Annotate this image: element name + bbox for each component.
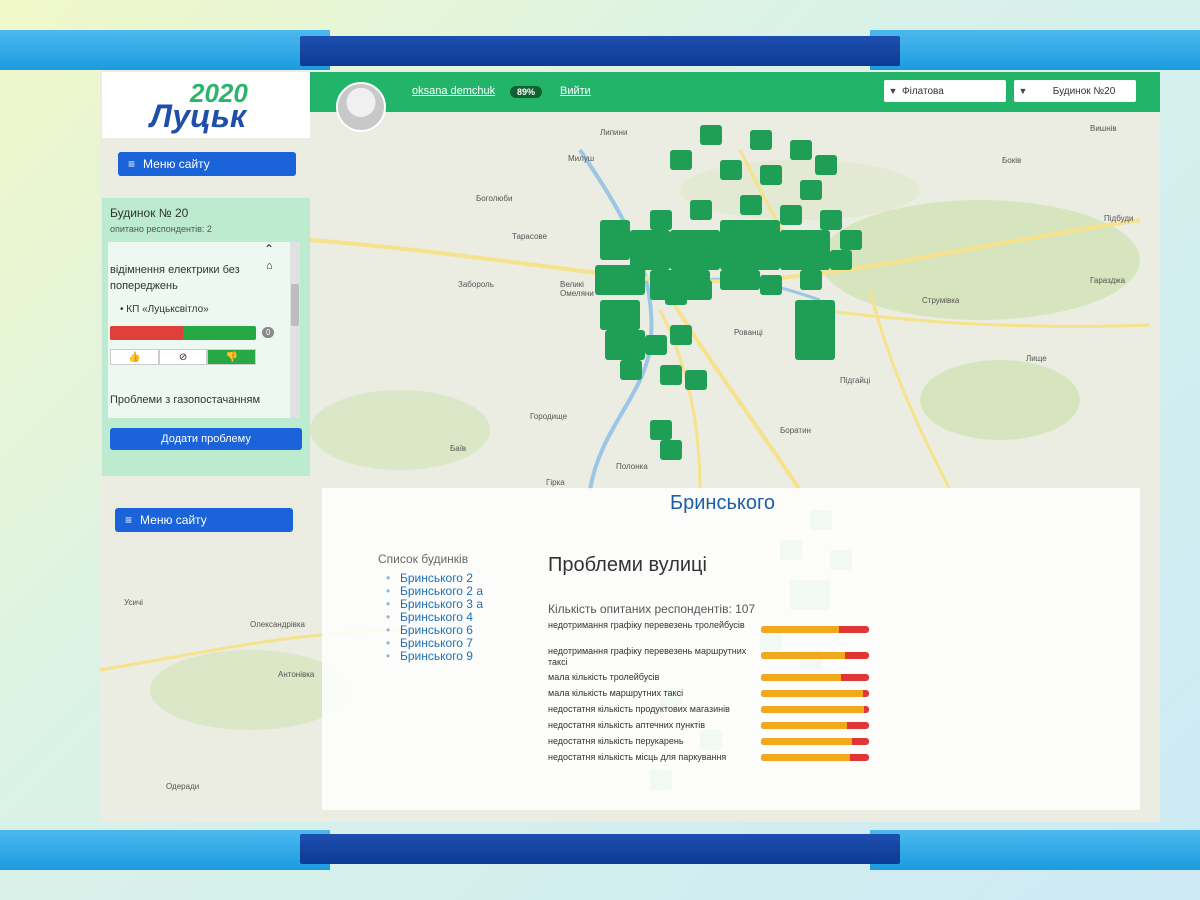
neutral-icon[interactable]: ⊘ — [158, 349, 208, 365]
map-label: Боратин — [780, 426, 811, 435]
caret-down-icon: ▼ — [1018, 86, 1028, 96]
house-select-value: Будинок №20 — [1052, 85, 1116, 97]
map-label: Милуш — [568, 154, 595, 163]
slide-bottom-bar — [0, 830, 1200, 870]
app-screenshot: Липини Милуш Боголюби Тарасове Забороль … — [100, 70, 1160, 822]
site-menu-button[interactable]: ≡ Меню сайту — [115, 508, 293, 532]
street-problem-row: недостатня кількість аптечних пунктів — [548, 720, 878, 736]
street-problem-label: недостатня кількість місць для паркуванн… — [548, 752, 727, 762]
street-problem-row: недотримання графіку перевезень маршрутн… — [548, 646, 878, 672]
street-problem-label: недотримання графіку перевезень маршрутн… — [548, 646, 747, 667]
map-label: Рованці — [734, 328, 763, 337]
hamburger-icon: ≡ — [125, 513, 133, 527]
street-problem-bar — [761, 690, 869, 697]
street-problem-label: мала кількість маршрутних таксі — [548, 688, 684, 698]
problems-scroll-list[interactable]: ⌃ ⌂ відімнення електрики без попереджень… — [108, 242, 300, 418]
vote-count-badge: 0 — [262, 327, 275, 338]
map-label: Липини — [600, 128, 628, 137]
map-label: Забороль — [458, 280, 494, 289]
slide-top-bar — [0, 30, 1200, 70]
thumbs-down-icon[interactable]: 👎 — [207, 349, 257, 365]
logout-link[interactable]: Вийти — [560, 85, 591, 97]
street-respondents-count: Кількість опитаних респондентів: 107 — [548, 602, 756, 616]
street-problem-label: недостатня кількість аптечних пунктів — [548, 720, 706, 730]
avatar[interactable] — [336, 82, 386, 132]
street-problem-label: недотримання графіку перевезень тролейбу… — [548, 620, 745, 630]
problem-item-title: Проблеми з газопостачанням — [110, 394, 261, 406]
site-menu-button[interactable]: ≡ Меню сайту — [118, 152, 296, 176]
street-problem-bar — [761, 674, 869, 681]
street-problem-label: мала кількість тролейбусів — [548, 672, 660, 682]
respondents-count: опитано респондентів: 2 — [110, 224, 212, 234]
street-problem-label: недостатня кількість перукарень — [548, 736, 684, 746]
map-label: Городище — [530, 412, 568, 421]
add-problem-button[interactable]: Додати проблему — [110, 428, 302, 450]
map-label: Великі Омеляни — [560, 280, 594, 298]
street-problem-row: мала кількість тролейбусів — [548, 672, 878, 688]
street-problem-bar — [761, 754, 869, 761]
map-label: Гірка — [546, 478, 565, 487]
street-problem-bar — [761, 652, 869, 659]
map-label: Підгайці — [840, 376, 871, 385]
map-label: Боків — [1002, 156, 1022, 165]
site-menu-label: Меню сайту — [140, 513, 207, 527]
street-problem-bar — [761, 722, 869, 729]
map-label: Полонка — [616, 462, 648, 471]
map-label: Боголюби — [476, 194, 513, 203]
logo-city: Луцьк — [150, 98, 247, 134]
street-problems-list: недотримання графіку перевезень тролейбу… — [548, 620, 878, 768]
logo[interactable]: 2020 Луцьк — [102, 72, 310, 138]
map-label: Вишнів — [1090, 124, 1117, 133]
problem-item-title: відімнення електрики без попереджень — [110, 264, 240, 292]
street-select-value: Філатова — [902, 85, 944, 97]
vote-ratio-bar — [110, 326, 256, 340]
map-label: Усичі — [124, 598, 143, 607]
map-label: Струмівка — [922, 296, 960, 305]
map-label: Гаразджа — [1090, 276, 1126, 285]
street-problem-label: недостатня кількість продуктових магазин… — [548, 704, 730, 714]
map-label: Олександрівка — [250, 620, 305, 629]
street-select[interactable]: ▼ Філатова — [884, 80, 1006, 102]
map-label: Одеради — [166, 782, 200, 791]
house-link[interactable]: Бринського 9 — [386, 650, 483, 664]
chevron-up-icon[interactable]: ⌃ — [264, 242, 274, 256]
map-label: Підбуди — [1104, 214, 1134, 223]
street-problem-bar — [761, 626, 869, 633]
map-label: Лище — [1026, 354, 1047, 363]
vote-buttons: 👍 ⊘ 👎 — [110, 349, 257, 365]
site-menu-label: Меню сайту — [143, 157, 210, 171]
scrollbar[interactable] — [290, 242, 300, 418]
street-problem-row: недотримання графіку перевезень тролейбу… — [548, 620, 878, 646]
street-problem-row: недостатня кількість продуктових магазин… — [548, 704, 878, 720]
street-problem-row: недостатня кількість місць для паркуванн… — [548, 752, 878, 768]
map-label: Тарасове — [512, 232, 548, 241]
street-problem-bar — [761, 706, 869, 713]
thumbs-up-icon[interactable]: 👍 — [110, 349, 159, 365]
house-title: Будинок № 20 — [110, 206, 189, 220]
street-problem-row: мала кількість маршрутних таксі — [548, 688, 878, 704]
map-label: Баїв — [450, 444, 467, 453]
street-problem-bar — [761, 738, 869, 745]
house-select[interactable]: ▼ Будинок №20 — [1014, 80, 1136, 102]
house-list-header: Список будинків — [378, 552, 469, 566]
street-title: Бринського — [670, 492, 775, 514]
username-link[interactable]: oksana demchuk — [412, 85, 495, 97]
responsible-organization: • КП «Луцьксвітло» — [120, 304, 209, 315]
map-label: Антонівка — [278, 670, 315, 679]
caret-down-icon: ▼ — [888, 86, 898, 96]
house-list: Бринського 2Бринського 2 аБринського 3 а… — [386, 572, 483, 664]
street-problem-row: недостатня кількість перукарень — [548, 736, 878, 752]
hamburger-icon: ≡ — [128, 157, 136, 171]
street-problems-title: Проблеми вулиці — [548, 554, 707, 576]
percent-badge: 89% — [510, 86, 543, 98]
